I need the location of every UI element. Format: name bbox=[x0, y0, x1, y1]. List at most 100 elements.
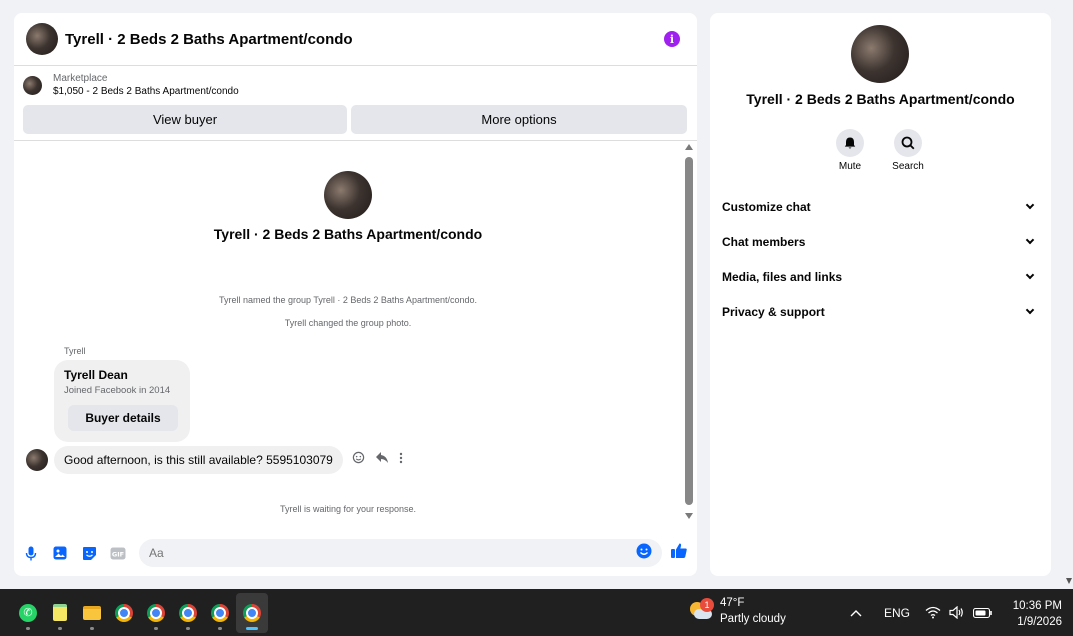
folder-icon bbox=[83, 605, 101, 620]
microphone-icon[interactable] bbox=[23, 545, 39, 561]
details-panel: Tyrell · 2 Beds 2 Baths Apartment/condo … bbox=[710, 13, 1051, 576]
temperature: 47°F bbox=[720, 597, 745, 609]
marketplace-label: Marketplace bbox=[53, 73, 108, 84]
more-icon[interactable] bbox=[399, 451, 403, 469]
section-label: Privacy & support bbox=[722, 304, 825, 319]
chrome-profile-app[interactable] bbox=[204, 593, 236, 633]
file-explorer-app[interactable] bbox=[76, 593, 108, 633]
emoji-icon[interactable] bbox=[636, 543, 652, 564]
page-scroll-down-arrow[interactable] bbox=[1066, 578, 1072, 584]
view-buyer-button[interactable]: View buyer bbox=[23, 105, 347, 134]
chrome-icon bbox=[211, 603, 229, 622]
taskbar: ✆ 1 47°F Partly cloudy ENG 10:36 PM 1/9/… bbox=[0, 589, 1073, 636]
app-active-indicator bbox=[246, 626, 258, 630]
more-options-button[interactable]: More options bbox=[351, 105, 687, 134]
listing-actions: View buyer More options bbox=[14, 104, 697, 141]
chrome-icon bbox=[243, 603, 261, 622]
message-input[interactable] bbox=[149, 546, 636, 560]
marketplace-listing[interactable]: Marketplace $1,050 - 2 Beds 2 Baths Apar… bbox=[14, 66, 697, 104]
whatsapp-app[interactable]: ✆ bbox=[12, 593, 44, 633]
image-icon[interactable] bbox=[52, 545, 68, 561]
like-icon[interactable] bbox=[670, 542, 688, 564]
group-avatar[interactable] bbox=[26, 23, 58, 55]
whatsapp-icon: ✆ bbox=[19, 603, 37, 622]
bell-icon[interactable] bbox=[836, 129, 864, 157]
sender-avatar[interactable] bbox=[26, 449, 48, 471]
clock[interactable]: 10:36 PM 1/9/2026 bbox=[1006, 598, 1062, 630]
details-sections: Customize chat Chat members Media, files… bbox=[710, 189, 1051, 329]
message-row: Good afternoon, is this still available?… bbox=[26, 446, 403, 474]
search-button[interactable]: Search bbox=[878, 129, 938, 172]
notepad-app[interactable] bbox=[44, 593, 76, 633]
chrome-profile-app[interactable] bbox=[140, 593, 172, 633]
chrome-app[interactable] bbox=[108, 593, 140, 633]
composer: GIF bbox=[14, 530, 697, 576]
section-label: Customize chat bbox=[722, 199, 811, 214]
listing-thumbnail bbox=[23, 75, 42, 95]
section-label: Media, files and links bbox=[722, 269, 843, 284]
notepad-icon bbox=[53, 604, 67, 621]
scroll-down-arrow[interactable] bbox=[685, 513, 693, 519]
chevron-up-icon bbox=[850, 609, 862, 616]
waiting-notice: Tyrell is waiting for your response. bbox=[279, 504, 417, 514]
scroll-up-arrow[interactable] bbox=[685, 144, 693, 150]
scrollbar-thumb[interactable] bbox=[685, 157, 693, 505]
gif-icon[interactable]: GIF bbox=[110, 545, 126, 561]
react-icon[interactable] bbox=[352, 451, 365, 469]
weather-badge: 1 bbox=[700, 598, 714, 612]
time: 10:36 PM bbox=[1012, 600, 1062, 612]
mute-button[interactable]: Mute bbox=[820, 129, 880, 172]
reply-icon[interactable] bbox=[375, 451, 389, 469]
chat-panel: Tyrell · 2 Beds 2 Baths Apartment/condo … bbox=[14, 13, 697, 576]
section-privacy-support[interactable]: Privacy & support bbox=[710, 294, 1051, 329]
app-running-indicator bbox=[58, 626, 62, 630]
date: 1/9/2026 bbox=[1017, 616, 1062, 628]
section-chat-members[interactable]: Chat members bbox=[710, 224, 1051, 259]
details-title: Tyrell · 2 Beds 2 Baths Apartment/condo bbox=[746, 91, 1015, 107]
mute-label: Mute bbox=[838, 161, 862, 172]
sticker-icon[interactable] bbox=[81, 545, 97, 561]
search-label: Search bbox=[892, 161, 924, 172]
buyer-name: Tyrell Dean bbox=[64, 368, 128, 382]
partly-cloudy-icon: 1 bbox=[688, 598, 714, 622]
section-label: Chat members bbox=[722, 234, 806, 249]
taskbar-apps: ✆ bbox=[12, 592, 268, 633]
section-customize-chat[interactable]: Customize chat bbox=[710, 189, 1051, 224]
message-bubble[interactable]: Good afternoon, is this still available?… bbox=[54, 446, 343, 474]
sender-name: Tyrell bbox=[64, 346, 86, 356]
weather-widget[interactable]: 1 47°F Partly cloudy bbox=[688, 595, 786, 627]
info-icon[interactable]: i bbox=[664, 31, 680, 47]
buyer-joined: Joined Facebook in 2014 bbox=[64, 385, 171, 396]
chrome-icon bbox=[179, 603, 197, 622]
chrome-active-app[interactable] bbox=[236, 592, 268, 633]
chevron-down-icon bbox=[1025, 235, 1035, 245]
language-indicator[interactable]: ENG bbox=[884, 589, 910, 636]
message-input-box[interactable] bbox=[139, 539, 662, 567]
svg-text:GIF: GIF bbox=[112, 550, 124, 558]
buyer-details-button[interactable]: Buyer details bbox=[68, 405, 178, 431]
chevron-down-icon bbox=[1025, 305, 1035, 315]
thread-title: Tyrell · 2 Beds 2 Baths Apartment/condo bbox=[213, 226, 483, 242]
chat-header: Tyrell · 2 Beds 2 Baths Apartment/condo … bbox=[14, 13, 697, 66]
buyer-card: Tyrell Dean Joined Facebook in 2014 Buye… bbox=[54, 360, 190, 442]
listing-title: $1,050 - 2 Beds 2 Baths Apartment/condo bbox=[53, 86, 239, 97]
app-running-indicator bbox=[26, 626, 30, 630]
details-avatar bbox=[851, 25, 909, 83]
listing-text: Marketplace $1,050 - 2 Beds 2 Baths Apar… bbox=[53, 73, 239, 97]
weather-condition: Partly cloudy bbox=[720, 613, 786, 625]
system-message: Tyrell changed the group photo. bbox=[284, 318, 412, 328]
search-icon[interactable] bbox=[894, 129, 922, 157]
system-message: Tyrell named the group Tyrell · 2 Beds 2… bbox=[219, 295, 477, 305]
chrome-icon bbox=[147, 603, 165, 622]
app-running-indicator bbox=[218, 626, 222, 630]
app-running-indicator bbox=[154, 626, 158, 630]
volume-icon bbox=[949, 606, 963, 619]
thread-avatar bbox=[324, 171, 372, 219]
wifi-icon bbox=[925, 606, 941, 619]
show-hidden-icons[interactable] bbox=[850, 589, 862, 636]
system-tray-icons[interactable] bbox=[925, 589, 993, 636]
message-list[interactable]: Tyrell · 2 Beds 2 Baths Apartment/condo … bbox=[14, 141, 697, 531]
chrome-profile-app[interactable] bbox=[172, 593, 204, 633]
chat-title[interactable]: Tyrell · 2 Beds 2 Baths Apartment/condo bbox=[65, 31, 664, 48]
section-media-files-links[interactable]: Media, files and links bbox=[710, 259, 1051, 294]
